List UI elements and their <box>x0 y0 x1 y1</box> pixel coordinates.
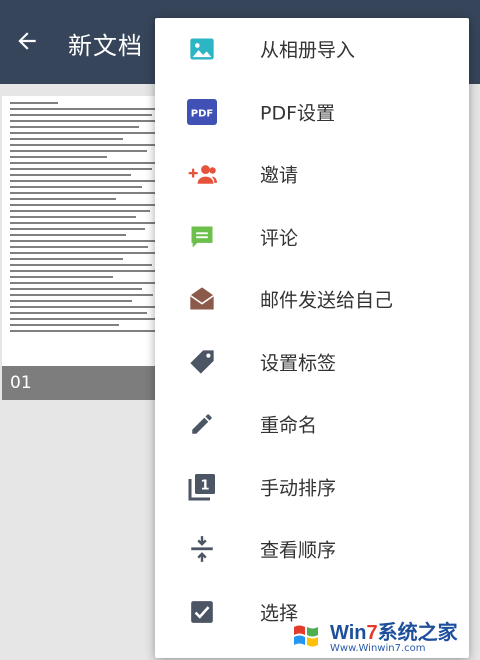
document-text-line <box>10 252 160 254</box>
overflow-menu: 从相册导入 PDF PDF设置 邀请 评论 邮件发送给自己 设置标签 重命名 1… <box>155 18 469 658</box>
document-text-line <box>10 276 114 278</box>
image-icon <box>187 34 217 64</box>
document-text-line <box>10 288 143 290</box>
document-text-line <box>10 234 126 236</box>
pdf-icon: PDF <box>187 97 217 127</box>
pencil-icon <box>187 409 217 439</box>
back-button[interactable] <box>10 24 44 58</box>
document-text-line <box>10 162 160 164</box>
sort-badge-text: 1 <box>200 478 209 493</box>
document-text-line <box>10 210 151 212</box>
menu-item-label: PDF设置 <box>260 102 336 125</box>
page-title: 新文档 <box>68 32 143 60</box>
menu-item-comment[interactable]: 评论 <box>155 206 469 269</box>
document-text-line <box>10 126 139 128</box>
menu-item-view-order[interactable]: 查看顺序 <box>155 518 469 581</box>
document-text-line <box>10 180 162 182</box>
document-text-line <box>10 318 155 320</box>
menu-item-label: 邀请 <box>260 164 299 187</box>
watermark: Win7系统之家 Www.Winwin7.com <box>286 612 476 658</box>
menu-item-rename[interactable]: 重命名 <box>155 393 469 456</box>
document-text-line <box>10 282 163 284</box>
document-text-line <box>10 324 120 326</box>
document-text-line <box>10 258 123 260</box>
document-text-line <box>10 132 155 134</box>
add-people-icon <box>187 159 217 189</box>
page-number-label: 01 <box>2 366 177 400</box>
document-preview-text <box>10 102 171 366</box>
mail-open-icon <box>187 284 217 314</box>
document-text-line <box>10 312 147 314</box>
view-order-icon <box>187 534 217 564</box>
document-text-line <box>10 270 157 272</box>
watermark-title: Win7系统之家 <box>330 622 458 644</box>
document-text-line <box>10 198 117 200</box>
document-text-line <box>10 192 155 194</box>
menu-item-pdf-settings[interactable]: PDF PDF设置 <box>155 81 469 144</box>
windows-logo-icon <box>287 616 325 654</box>
document-text-line <box>10 216 136 218</box>
document-text-line <box>10 330 162 332</box>
document-text-line <box>10 144 165 146</box>
menu-item-label: 查看顺序 <box>260 539 337 562</box>
document-text-line <box>10 204 159 206</box>
document-text-line <box>10 246 149 248</box>
document-text-line <box>10 156 107 158</box>
document-text-line <box>10 102 59 104</box>
document-text-line <box>10 300 133 302</box>
document-text-line <box>10 114 152 116</box>
menu-item-label: 手动排序 <box>260 477 337 500</box>
checkbox-icon <box>187 597 217 627</box>
menu-item-label: 从相册导入 <box>260 39 356 62</box>
document-text-line <box>10 120 163 122</box>
document-text-line <box>10 240 155 242</box>
document-text-line <box>10 174 131 176</box>
document-text-line <box>10 228 146 230</box>
menu-item-label: 重命名 <box>260 414 318 437</box>
manual-sort-icon: 1 <box>187 472 217 502</box>
menu-item-invite[interactable]: 邀请 <box>155 143 469 206</box>
menu-item-email-self[interactable]: 邮件发送给自己 <box>155 268 469 331</box>
comment-icon <box>187 222 217 252</box>
document-text-line <box>10 150 147 152</box>
menu-item-label: 邮件发送给自己 <box>260 289 394 312</box>
document-text-line <box>10 294 154 296</box>
tag-icon <box>187 347 217 377</box>
document-text-line <box>10 306 159 308</box>
menu-item-set-tag[interactable]: 设置标签 <box>155 331 469 394</box>
document-text-line <box>10 222 163 224</box>
pdf-badge-text: PDF <box>191 108 213 119</box>
menu-item-import-album[interactable]: 从相册导入 <box>155 18 469 81</box>
menu-item-label: 评论 <box>260 227 299 250</box>
menu-item-manual-sort[interactable]: 1 手动排序 <box>155 456 469 519</box>
menu-item-label: 设置标签 <box>260 352 337 375</box>
document-text-line <box>10 168 152 170</box>
arrow-back-icon <box>18 32 36 50</box>
document-text-line <box>10 264 152 266</box>
document-text-line <box>10 186 143 188</box>
document-thumbnail[interactable]: 01 <box>2 96 177 400</box>
document-text-line <box>10 138 123 140</box>
document-text-line <box>10 108 159 110</box>
